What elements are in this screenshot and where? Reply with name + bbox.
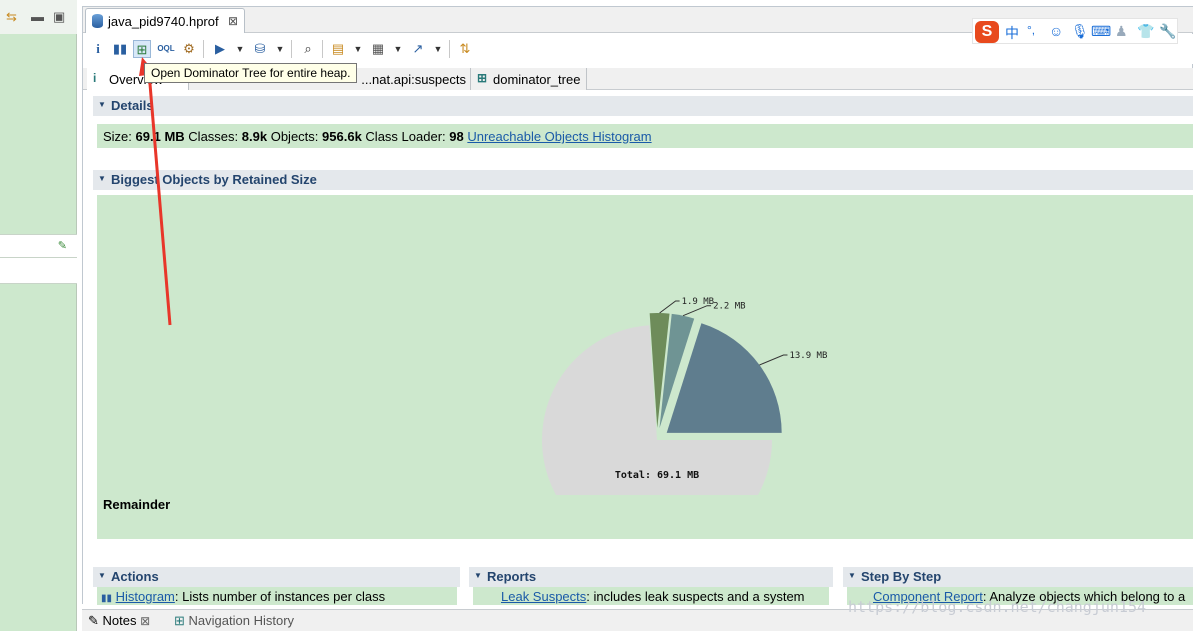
histogram-link[interactable]: Histogram (116, 589, 175, 604)
group-by-icon[interactable]: ▤ (329, 40, 347, 58)
retained-size-pie-chart: 13.9 MB2.2 MB1.9 MB51 MBTotal: 69.1 MB (542, 297, 827, 495)
keyboard-icon[interactable]: ⌨ (1091, 23, 1111, 40)
maximize-icon[interactable]: ▣ (53, 9, 65, 25)
notes-icon: ✎ (88, 613, 99, 628)
pie-slice-label: 2.2 MB (713, 302, 746, 312)
left-view-toolbar: ⇆ ▬ ▣ (0, 0, 77, 34)
search-icon[interactable]: ⌕ (299, 40, 317, 58)
left-view-titlebar: ✎ (0, 234, 77, 258)
dominator-tree-icon[interactable]: ⊞ (133, 40, 151, 58)
close-notes-icon[interactable]: ⊠ (140, 614, 150, 628)
user-icon[interactable]: ♟ (1115, 23, 1128, 40)
minimize-icon[interactable]: ▬ (31, 9, 44, 24)
dominator-tree-tooltip: Open Dominator Tree for entire heap. (144, 63, 358, 83)
group-by-dropdown-icon[interactable]: ▼ (353, 40, 363, 58)
run-report-icon[interactable]: ▶ (211, 40, 229, 58)
actions-body: ▮▮ Histogram: Lists number of instances … (97, 587, 457, 605)
oql-icon[interactable]: OQL (157, 40, 175, 58)
close-tab-icon[interactable]: ⊠ (228, 14, 238, 28)
calculate-dropdown-icon[interactable]: ▼ (393, 40, 403, 58)
settings-wrench-icon[interactable]: 🔧 (1159, 23, 1176, 40)
section-step-by-step-header[interactable]: Step By Step (843, 567, 1193, 587)
overview-content: Details Size: 69.1 MB Classes: 8.9k Obje… (83, 90, 1193, 605)
pie-leader-line (659, 300, 680, 314)
query-browser-dropdown-icon[interactable]: ▼ (275, 40, 285, 58)
watermark: https://blog.csdn.net/changjun154 (848, 598, 1147, 616)
editor-tab-heap-file[interactable]: java_pid9740.hprof ⊠ (85, 8, 245, 33)
info-icon: i (93, 71, 97, 85)
export-dropdown-icon[interactable]: ▼ (433, 40, 443, 58)
sogou-logo-icon[interactable]: S (975, 21, 999, 43)
section-actions-header[interactable]: Actions (93, 567, 460, 587)
overview-info-icon[interactable]: i (89, 40, 107, 58)
compare-icon[interactable]: ⇅ (456, 40, 474, 58)
skin-shirt-icon[interactable]: 👕 (1137, 23, 1154, 40)
pie-total-label: Total: 69.1 MB (615, 470, 699, 481)
navigation-history-icon: ⊞ (174, 613, 185, 628)
dominator-tree-icon: ⊞ (477, 71, 488, 85)
microphone-icon[interactable]: 🎙 (1071, 23, 1089, 40)
pin-icon[interactable]: ✎ (58, 239, 67, 252)
details-body: Size: 69.1 MB Classes: 8.9k Objects: 956… (97, 124, 1193, 148)
notes-tab[interactable]: ✎ Notes ⊠ (88, 613, 150, 629)
query-browser-icon[interactable]: ⛁ (251, 40, 269, 58)
ime-chinese-mode-icon[interactable]: 中 (1005, 23, 1019, 43)
pie-slice-label: 1.9 MB (682, 297, 715, 307)
link-with-editor-icon[interactable]: ⇆ (6, 9, 17, 25)
unreachable-histogram-link[interactable]: Unreachable Objects Histogram (467, 129, 651, 144)
navigation-history-tab[interactable]: ⊞ Navigation History (174, 613, 294, 629)
left-view-lower-bar (0, 258, 77, 284)
ime-punctuation-icon[interactable]: °, (1027, 23, 1035, 37)
histogram-icon: ▮▮ (101, 593, 113, 604)
heap-dump-icon (92, 14, 103, 28)
histogram-icon[interactable]: ▮▮ (111, 40, 129, 58)
gear-icon[interactable]: ⚙ (180, 40, 198, 58)
pie-slice-label: 13.9 MB (789, 351, 827, 361)
editor-tab-label: java_pid9740.hprof (108, 14, 219, 29)
emoji-icon[interactable]: ☺ (1049, 23, 1063, 39)
remainder-label: Remainder (103, 497, 171, 512)
section-reports-header[interactable]: Reports (469, 567, 833, 587)
pie-leader-line (682, 305, 712, 317)
reports-body: Leak Suspects: includes leak suspects an… (473, 587, 829, 605)
biggest-objects-chart-area: 13.9 MB2.2 MB1.9 MB51 MBTotal: 69.1 MB R… (97, 195, 1193, 539)
section-biggest-objects-header[interactable]: Biggest Objects by Retained Size (93, 170, 1193, 190)
subtab-dominator-tree[interactable]: ⊞ dominator_tree (471, 68, 587, 90)
left-view-panel: ⇆ ▬ ▣ ✎ (0, 0, 77, 631)
export-icon[interactable]: ↗ (409, 40, 427, 58)
heap-editor: java_pid9740.hprof ⊠ i ▮▮ ⊞ OQL ⚙ ▶ ▼ ⛁ … (82, 6, 1193, 605)
ime-toolbar: S 中 °, ☺ 🎙 ⌨ ♟ 👕 🔧 (972, 18, 1178, 44)
run-report-dropdown-icon[interactable]: ▼ (235, 40, 245, 58)
section-details-header[interactable]: Details (93, 96, 1193, 116)
calculate-retained-icon[interactable]: ▦ (369, 40, 387, 58)
leak-suspects-link[interactable]: Leak Suspects (501, 589, 586, 604)
pie-leader-line (759, 354, 788, 366)
